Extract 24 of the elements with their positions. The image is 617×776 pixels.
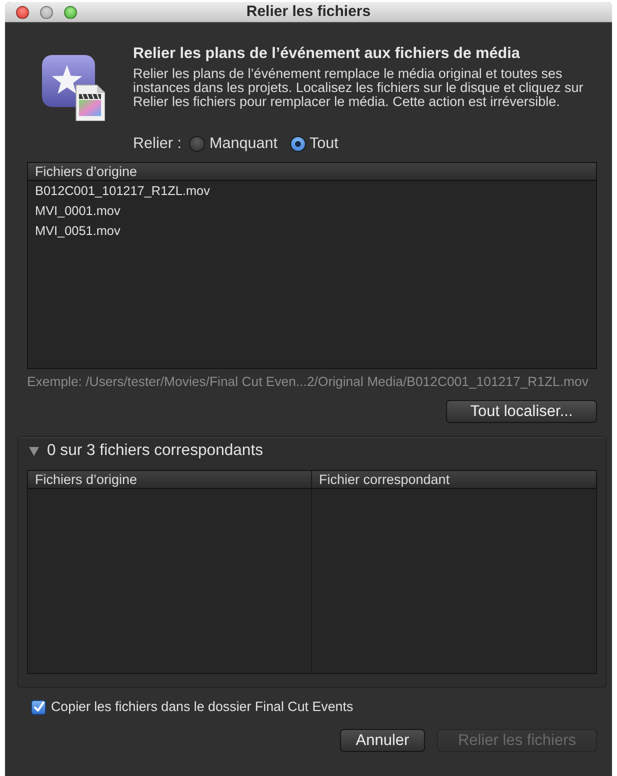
column-header[interactable]: Fichier correspondant (312, 471, 450, 488)
close-button[interactable] (16, 6, 29, 18)
disclosure-triangle-icon[interactable] (29, 446, 39, 456)
checkbox[interactable] (31, 700, 46, 714)
column-header[interactable]: Fichiers d’origine (28, 163, 138, 180)
radio-button[interactable] (290, 136, 306, 152)
dialog-heading: Relier les plans de l’événement aux fichiers de média (133, 45, 521, 63)
radio-group-label: Relier : (133, 134, 182, 154)
radio-label[interactable]: Tout (310, 132, 338, 156)
file-row[interactable]: B012C001_101217_R1ZL.mov (28, 181, 596, 201)
column-header[interactable]: Fichiers d’origine (28, 471, 312, 488)
radio-label[interactable]: Manquant (209, 132, 278, 156)
radio-button[interactable] (189, 136, 206, 152)
window-title: Relier les fichiers (246, 3, 371, 21)
cancel-button[interactable]: Annuler (340, 729, 425, 752)
zoom-button[interactable] (64, 6, 77, 18)
dialog-description: Relier les plans de l’événement remplace le média original et toutes ses instances dans les projets. Localisez les fichiers sur le disque et cliquez sur Relier les fichiers pour remplacer le média. Cette action est irréversible. (133, 67, 584, 109)
locate-all-button[interactable]: Tout localiser... (446, 400, 597, 423)
section-title: 0 sur 3 fichiers correspondants (47, 442, 263, 460)
checkbox-label[interactable]: Copier les fichiers dans le dossier Final Cut Events (51, 699, 354, 715)
example-path: Exemple: /Users/tester/Movies/Final Cut Even...2/Original Media/B012C001_101217_R1ZL.mov (27, 374, 588, 390)
file-row[interactable]: MVI_0001.mov (28, 201, 596, 221)
star-document-icon (42, 55, 105, 121)
file-row[interactable]: MVI_0051.mov (28, 221, 596, 241)
